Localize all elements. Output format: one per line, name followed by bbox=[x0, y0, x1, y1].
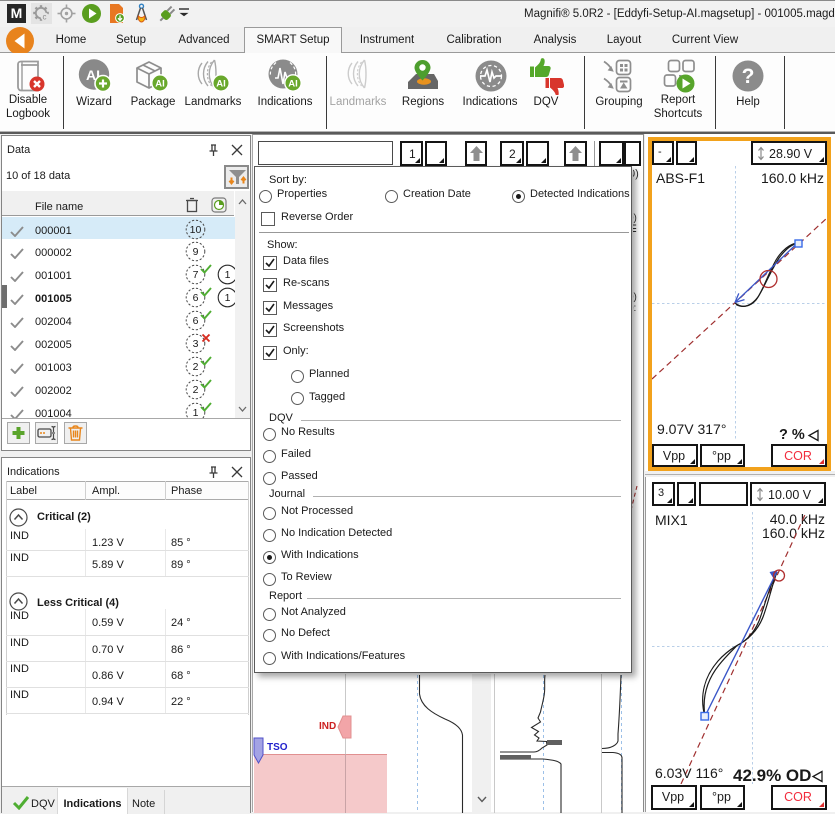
svg-text:9: 9 bbox=[193, 246, 199, 258]
svg-text:c: c bbox=[43, 13, 47, 22]
svg-text:7: 7 bbox=[193, 269, 199, 281]
svg-text:6: 6 bbox=[193, 292, 199, 304]
svg-text:2: 2 bbox=[193, 361, 199, 373]
svg-text:1: 1 bbox=[225, 269, 231, 281]
svg-text:AI: AI bbox=[288, 79, 298, 90]
svg-text:AI: AI bbox=[216, 79, 226, 90]
svg-text:?: ? bbox=[742, 65, 755, 88]
svg-text:3: 3 bbox=[193, 338, 199, 350]
svg-text:6: 6 bbox=[193, 315, 199, 327]
svg-text:AI: AI bbox=[155, 79, 165, 90]
svg-text:1: 1 bbox=[225, 292, 231, 304]
svg-text:1: 1 bbox=[193, 407, 199, 419]
svg-text:10: 10 bbox=[190, 224, 202, 236]
svg-text:2: 2 bbox=[193, 384, 199, 396]
